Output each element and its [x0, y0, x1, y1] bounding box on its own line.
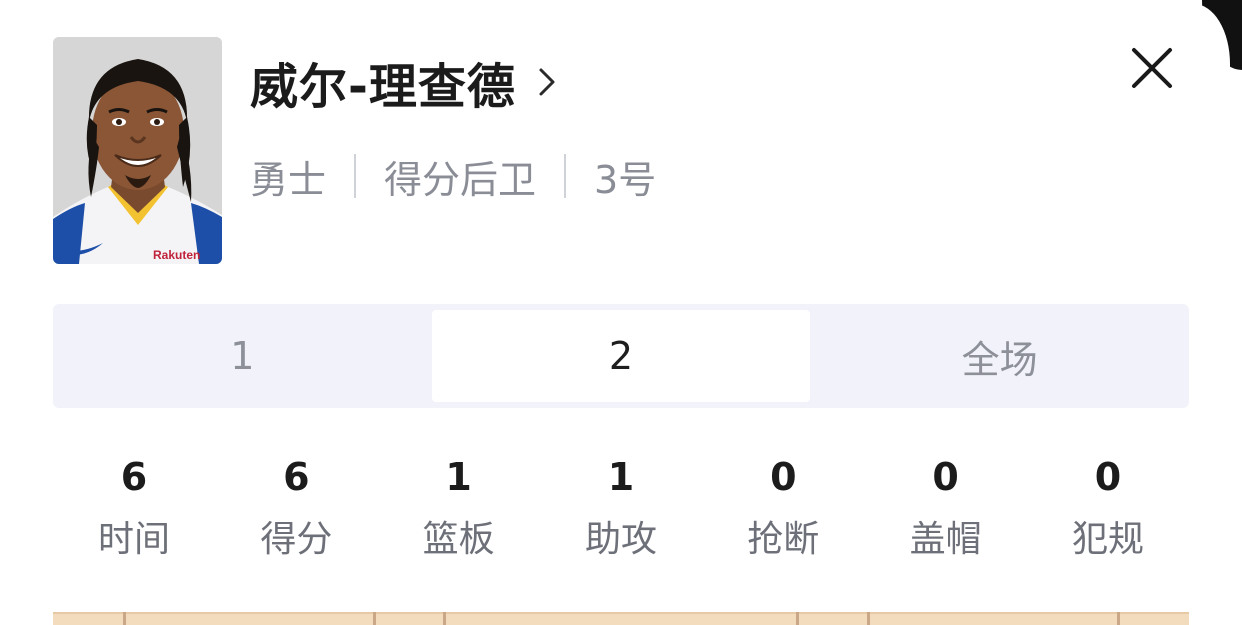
- tab-period-2[interactable]: 2: [431, 310, 811, 402]
- stat-value: 1: [445, 455, 472, 499]
- stat-value: 6: [120, 455, 148, 499]
- court-edge: [53, 612, 1189, 614]
- player-photo: Rakuten: [53, 37, 222, 264]
- player-avatar: Rakuten: [53, 37, 222, 264]
- court-line: [1117, 612, 1120, 625]
- stat-value: 1: [607, 455, 635, 499]
- stats-row: 6 时间 6 得分 1 篮板 1 助攻 0 抢断 0 盖帽 0 犯规: [53, 445, 1189, 565]
- stat-assists: 1 助攻: [540, 445, 702, 565]
- stat-steals: 0 抢断: [702, 445, 864, 565]
- tab-full-game[interactable]: 全场: [810, 304, 1189, 408]
- chevron-right-icon: [538, 68, 562, 96]
- player-stats-card: Rakuten 威尔-理查德 勇士 得分后卫 3号 1 2 全场 6 时间 6 …: [0, 0, 1242, 625]
- player-number: 3号: [594, 157, 657, 202]
- court-line: [867, 612, 870, 625]
- meta-divider: [564, 154, 567, 198]
- period-tabs: 1 2 全场: [53, 304, 1189, 408]
- stat-fouls: 0 犯规: [1027, 445, 1189, 565]
- jersey-sponsor: Rakuten: [153, 248, 200, 262]
- court-line: [123, 612, 126, 625]
- stat-label: 抢断: [747, 519, 820, 560]
- player-team: 勇士: [250, 157, 327, 202]
- stat-value: 0: [1094, 455, 1122, 499]
- stat-value: 0: [932, 455, 959, 499]
- close-button[interactable]: [1128, 44, 1176, 92]
- court-shot-chart: [53, 612, 1189, 625]
- player-name-link[interactable]: 威尔-理查德: [250, 50, 562, 115]
- stat-label: 犯规: [1071, 519, 1144, 560]
- tab-period-1[interactable]: 1: [53, 304, 432, 408]
- stat-points: 6 得分: [215, 445, 377, 565]
- stat-rebounds: 1 篮板: [378, 445, 540, 565]
- stat-label: 篮板: [422, 519, 495, 560]
- player-name: 威尔-理查德: [250, 59, 516, 115]
- court-line: [373, 612, 376, 625]
- close-icon: [1132, 48, 1172, 88]
- stat-minutes: 6 时间: [53, 445, 215, 565]
- court-line: [796, 612, 799, 625]
- stat-label: 助攻: [584, 519, 657, 560]
- stat-label: 盖帽: [909, 519, 982, 560]
- stat-blocks: 0 盖帽: [865, 445, 1027, 565]
- stat-value: 6: [283, 455, 310, 499]
- player-position: 得分后卫: [384, 157, 537, 202]
- player-meta: 勇士 得分后卫 3号: [250, 148, 656, 204]
- stat-label: 得分: [260, 519, 333, 560]
- court-line: [443, 612, 446, 625]
- stat-label: 时间: [97, 519, 170, 560]
- meta-divider: [354, 154, 357, 198]
- stat-value: 0: [770, 455, 797, 499]
